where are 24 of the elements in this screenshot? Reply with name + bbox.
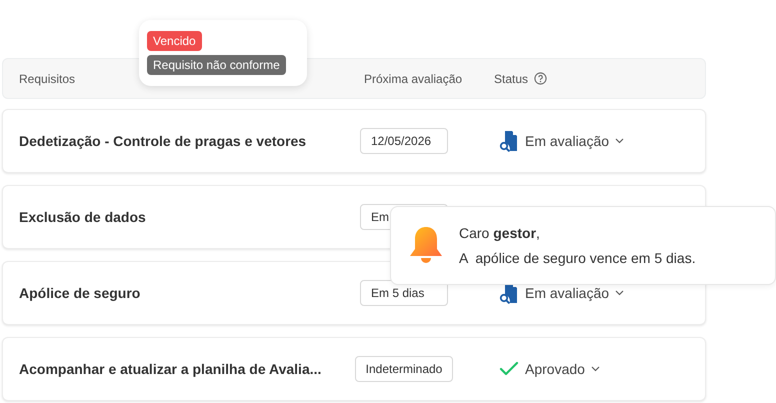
status-dropdown[interactable]: Aprovado <box>499 358 600 380</box>
status-dropdown[interactable]: Em avaliação <box>499 282 624 304</box>
requirement-name: Exclusão de dados <box>18 208 147 226</box>
column-header: Próxima avaliação <box>364 72 462 86</box>
requirement-name: Acompanhar e atualizar a planilha de Avalia... <box>18 360 322 379</box>
document-search-icon <box>499 130 519 152</box>
column-header: Requisitos <box>19 72 76 86</box>
status-badge: Vencido <box>147 31 202 51</box>
checkmark-icon <box>499 361 519 377</box>
bell-icon <box>407 226 445 266</box>
requirement-card[interactable]: Dedetização - Controle de pragas e vetores 12/05/2026 Em avaliação <box>2 109 706 173</box>
chevron-down-icon <box>615 290 624 296</box>
requirement-card[interactable]: Acompanhar e atualizar a planilha de Avalia... Indeterminado Aprovado <box>2 337 706 401</box>
status-dropdown[interactable]: Em avaliação <box>499 130 624 152</box>
column-header: Status <box>494 70 528 88</box>
chevron-down-icon <box>590 366 600 372</box>
requirement-name: Apólice de seguro <box>18 284 142 303</box>
date-badge: Indeterminado <box>354 356 454 382</box>
requirement-name: Dedetização - Controle de pragas e vetores <box>18 132 308 151</box>
date-badge: 12/05/2026 <box>360 128 448 154</box>
status-badge: Requisito não conforme <box>147 55 286 75</box>
chevron-down-icon <box>615 138 624 144</box>
help-icon[interactable] <box>534 72 548 85</box>
notification-greeting: Caro gestor, <box>459 224 541 243</box>
